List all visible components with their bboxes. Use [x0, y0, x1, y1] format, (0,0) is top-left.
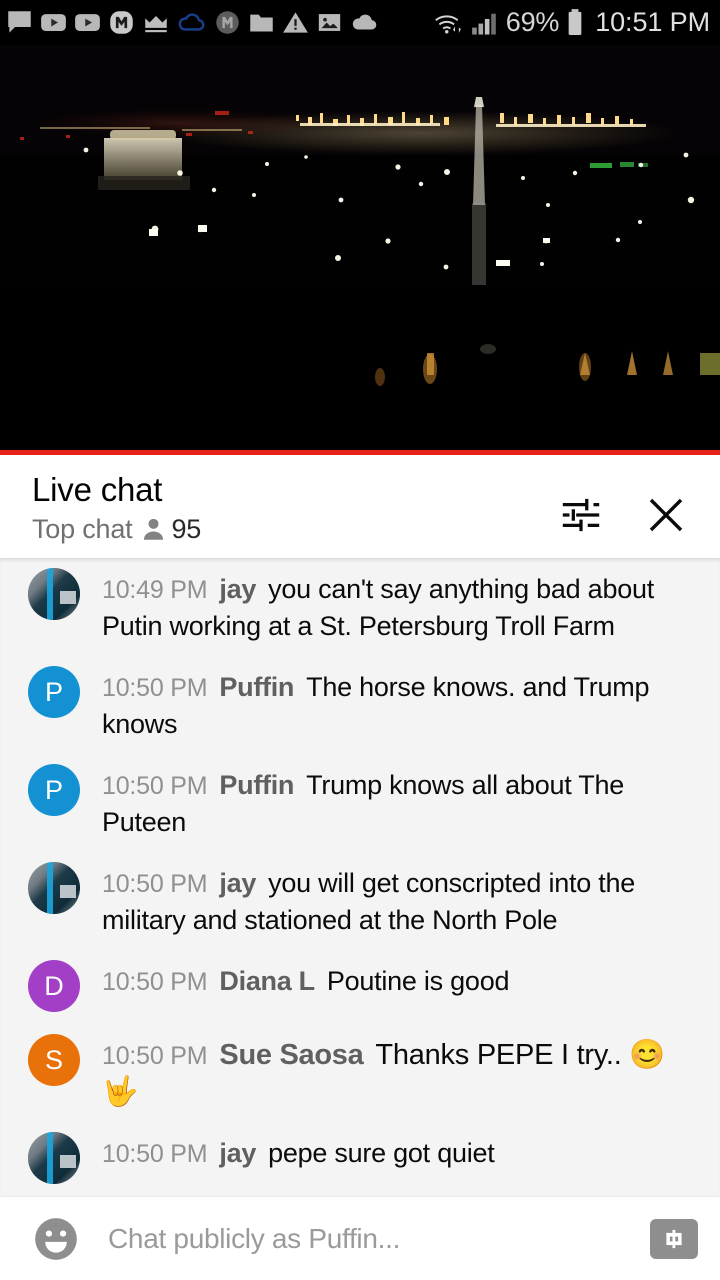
chat-message-body: 10:50 PM jay you will get conscripted into… [102, 858, 698, 938]
viewer-count: 95 [171, 514, 202, 544]
message-author[interactable]: Puffin [219, 672, 294, 702]
status-bar-clock: 10:51 PM [595, 7, 710, 37]
message-timestamp: 10:50 PM [102, 1140, 208, 1168]
chat-message-row[interactable]: D 10:50 PM Diana L Poutine is good [0, 947, 720, 1021]
message-timestamp: 10:50 PM [102, 674, 208, 702]
emoji-face-icon [35, 1217, 77, 1260]
chat-header-titles: Live chat Top chat 95 [32, 469, 558, 545]
cloud-filled-icon [352, 14, 377, 30]
chat-input-bar [0, 1196, 720, 1280]
superchat-button[interactable] [650, 1218, 698, 1259]
message-timestamp: 10:50 PM [102, 1042, 208, 1070]
youtube-play-icon [41, 14, 66, 31]
message-timestamp: 10:50 PM [102, 968, 208, 996]
crown-icon [145, 16, 167, 33]
battery-icon [568, 8, 582, 35]
warning-triangle-icon [283, 12, 308, 33]
message-timestamp: 10:50 PM [102, 772, 208, 800]
youtube-live-chat-screen: 69% 10:51 PM Live chat Top chat 95 10:49… [0, 0, 720, 1280]
close-icon [649, 498, 683, 532]
chat-header-subtitle: Top chat 95 [32, 514, 558, 545]
message-author[interactable]: Puffin [219, 770, 294, 800]
avatar[interactable]: D [28, 960, 80, 1012]
chat-message-row[interactable]: P 10:50 PM Puffin The horse knows. and Tru… [0, 653, 720, 751]
cellular-signal-icon [471, 13, 496, 35]
speech-bubble-icon [8, 11, 31, 33]
dollar-sign-icon [666, 1229, 682, 1248]
chat-message-body: 10:50 PM Diana L Poutine is good [102, 956, 698, 1000]
status-bar-notification-icons [6, 9, 433, 36]
message-timestamp: 10:49 PM [102, 576, 208, 604]
chat-mode-label[interactable]: Top chat [32, 514, 133, 545]
chat-message-body: 10:50 PM Puffin Trump knows all about The … [102, 760, 698, 840]
page-title: Live chat [32, 471, 163, 508]
message-author[interactable]: Sue Saosa [219, 1039, 363, 1071]
person-icon [144, 518, 164, 540]
youtube-play-icon [75, 14, 100, 31]
avatar[interactable] [28, 1132, 80, 1184]
message-timestamp: 10:50 PM [102, 870, 208, 898]
message-text: pepe sure got quiet [268, 1138, 495, 1168]
viewer-count-group: 95 [142, 514, 201, 545]
chat-message-body: 10:50 PM Puffin The horse knows. and Trump… [102, 662, 698, 742]
message-author[interactable]: jay [219, 574, 256, 604]
cloud-outline-icon [178, 13, 205, 31]
night-skyline-frame [0, 45, 720, 450]
emoji-picker-button[interactable] [30, 1213, 82, 1265]
avatar[interactable]: P [28, 764, 80, 816]
status-bar-system-icons: 69% 10:51 PM [433, 7, 710, 38]
message-author[interactable]: Diana L [219, 966, 315, 996]
folder-icon [250, 14, 273, 32]
chat-message-body: 10:49 PM jay you can't say anything bad ab… [102, 564, 698, 644]
m-circle-icon [216, 11, 239, 34]
message-author[interactable]: jay [219, 868, 256, 898]
wifi-icon [434, 14, 461, 34]
chat-header: Live chat Top chat 95 [0, 455, 720, 558]
avatar[interactable]: P [28, 666, 80, 718]
avatar[interactable]: S [28, 1034, 80, 1086]
chat-message-row[interactable]: 10:50 PM jay you will get conscripted into… [0, 849, 720, 947]
status-bar: 69% 10:51 PM [0, 0, 720, 45]
m-badge-icon [110, 11, 133, 34]
message-text: Poutine is good [326, 966, 510, 996]
chat-message-row[interactable]: 10:50 PM jay pepe sure got quiet [0, 1119, 720, 1193]
chat-message-body: 10:50 PM jay pepe sure got quiet [102, 1128, 698, 1172]
battery-percent-label: 69% [505, 7, 560, 37]
avatar[interactable] [28, 568, 80, 620]
chat-message-row[interactable]: 10:49 PM jay you can't say anything bad ab… [0, 558, 720, 653]
chat-input[interactable] [108, 1222, 636, 1255]
chat-filter-button[interactable] [558, 492, 604, 538]
chat-header-actions [558, 491, 690, 539]
chat-message-body: 10:50 PM Sue Saosa Thanks PEPE I try.. 😊🤟 [102, 1030, 698, 1110]
chat-message-list[interactable]: 10:49 PM jay you can't say anything bad ab… [0, 558, 720, 1196]
avatar[interactable] [28, 862, 80, 914]
close-chat-button[interactable] [642, 491, 690, 539]
message-author[interactable]: jay [219, 1138, 256, 1168]
tune-filter-icon [562, 498, 600, 532]
image-icon [318, 14, 341, 31]
chat-message-row[interactable]: P 10:50 PM Puffin Trump knows all about Th… [0, 751, 720, 849]
video-player[interactable] [0, 45, 720, 450]
chat-message-row[interactable]: S 10:50 PM Sue Saosa Thanks PEPE I try.. 😊… [0, 1021, 720, 1119]
